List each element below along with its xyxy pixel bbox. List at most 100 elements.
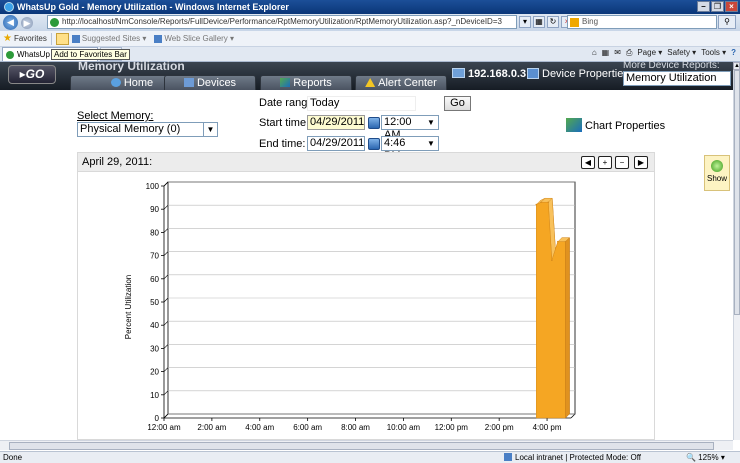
chart-properties-label: Chart Properties [585,120,666,132]
x-tick-label: 4:00 pm [533,423,562,432]
security-zone: Local intranet | Protected Mode: Off [504,452,641,463]
device-properties-link[interactable]: Device Properties [527,68,629,80]
tab-devices-label: Devices [196,77,237,89]
tab-alert-center[interactable]: Alert Center [355,75,447,90]
device-ip: 192.168.0.3 [452,68,526,80]
y-tick-label: 70 [150,252,159,261]
start-time-select[interactable]: 12:00 AM ▼ [381,115,439,141]
page-icon [50,18,59,27]
favorites-bar: ★ Favorites Suggested Sites ▾ Web Slice … [0,31,740,47]
calendar-icon[interactable] [368,138,380,150]
y-tick-label: 30 [150,344,159,353]
tools-menu[interactable]: Tools ▾ [701,48,726,58]
y-tick-diag [163,367,169,372]
window-controls: – ❐ × [697,1,738,12]
help-icon[interactable]: ? [731,48,736,58]
zoom-level[interactable]: 🔍 125% ▾ [686,452,725,463]
tab-reports[interactable]: Reports [260,75,352,90]
x-tick-label: 12:00 pm [435,423,469,432]
select-memory-label: Select Memory: [77,110,154,122]
data-point [564,240,567,243]
print-icon[interactable]: ⎙ [626,48,632,58]
more-reports-select[interactable]: Memory Utilization [623,71,731,86]
whatsup-gold-logo[interactable]: ▸GO [8,65,56,84]
web-slice-icon [154,34,163,43]
y-tick-label: 60 [150,275,159,284]
forward-arrow-icon[interactable]: ▶ [21,16,33,29]
status-bar: Done Local intranet | Protected Mode: Of… [0,451,740,463]
tab-icon [6,51,14,59]
feeds-icon[interactable]: ▦ [602,48,610,58]
y-tick-diag [163,181,169,187]
devices-icon [183,78,194,87]
bing-icon [570,18,579,27]
y-tick-diag [163,204,169,210]
memory-utilization-chart: 0 10 20 30 40 50 60 70 80 90 100 12:00 am 2:00 am 4:0… [124,181,576,432]
calendar-icon[interactable] [368,117,380,129]
x-tick-label: 2:00 pm [485,423,514,432]
chart-grid [163,181,576,419]
chart-properties-link[interactable]: Chart Properties [566,118,665,132]
y-tick-diag [163,297,169,303]
date-range-field[interactable]: Today [307,96,416,111]
close-icon[interactable]: × [725,1,738,12]
safety-menu[interactable]: Safety ▾ [667,48,696,58]
page-title: Memory Utilization [78,59,185,73]
x-tick-label: 12:00 am [147,423,181,432]
favorites-star-icon: ★ [3,33,12,44]
area-side [565,237,570,419]
chevron-down-icon: ▼ [424,116,438,129]
suggested-sites-link[interactable]: Suggested Sites ▾ [82,34,147,43]
refresh-icon[interactable]: ↻ [547,16,559,28]
scrollbar-thumb[interactable] [9,442,714,450]
search-placeholder: Bing [582,17,599,26]
data-point [535,203,538,206]
end-date-input[interactable]: 04/29/2011 [307,136,365,151]
back-arrow-icon[interactable]: ◀ [3,15,18,30]
vertical-scrollbar[interactable] [733,70,740,440]
reports-chart-icon [280,78,291,87]
add-favorites-icon[interactable] [55,32,69,45]
data-point [547,201,550,204]
address-bar[interactable]: http://localhost/NmConsole/Reports/FullD… [47,15,517,29]
scrollbar-thumb[interactable] [734,70,740,315]
home-icon[interactable]: ⌂ [592,48,597,58]
y-tick-label: 20 [150,368,159,377]
chart-properties-icon [566,118,582,132]
search-icon[interactable]: ⚲ [718,15,736,29]
mail-icon[interactable]: ✉ [614,48,621,58]
go-button[interactable]: Go [444,96,471,111]
compat-view-icon[interactable]: ▦ [533,16,545,28]
end-time-select[interactable]: 4:46 PM ▼ [381,136,439,162]
y-axis-label: Percent Utilization [124,275,133,339]
data-point [551,259,553,262]
window-title-bar: WhatsUp Gold - Memory Utilization - Wind… [0,0,740,14]
y-tick-diag [163,274,169,280]
tab-devices[interactable]: Devices [164,75,256,90]
y-tick-label: 90 [150,205,159,214]
web-slice-gallery-link[interactable]: Web Slice Gallery ▾ [164,34,234,43]
security-zone-label: Local intranet | Protected Mode: Off [515,453,641,462]
app-header: Memory Utilization ▸GO Home Devices Repo… [0,59,733,90]
y-tick-label: 50 [150,298,159,307]
show-label: Show [706,174,727,183]
y-tick-diag [163,320,169,326]
show-panel-button[interactable]: Show [704,155,730,191]
y-tick-label: 40 [150,321,159,330]
start-date-input[interactable]: 04/29/2011 [307,115,365,130]
memory-select[interactable]: Physical Memory (0) ▼ [77,122,218,137]
x-tick-label: 4:00 am [245,423,274,432]
minimize-icon[interactable]: – [697,1,710,12]
page-menu[interactable]: Page ▾ [637,48,662,58]
home-globe-icon [110,78,121,87]
address-tools: ▾ ▦ ↻ × [519,16,573,28]
y-tick-label: 0 [155,414,160,423]
y-tick-diag [163,251,169,256]
start-time-label: Start time: [259,117,310,129]
horizontal-scrollbar[interactable] [0,440,733,450]
favorites-button[interactable]: Favorites [14,34,47,43]
search-input[interactable]: Bing [567,15,717,29]
restore-icon[interactable]: ❐ [711,1,724,12]
dropdown-icon[interactable]: ▾ [519,16,531,28]
scroll-up-icon[interactable]: ▲ [733,62,740,70]
